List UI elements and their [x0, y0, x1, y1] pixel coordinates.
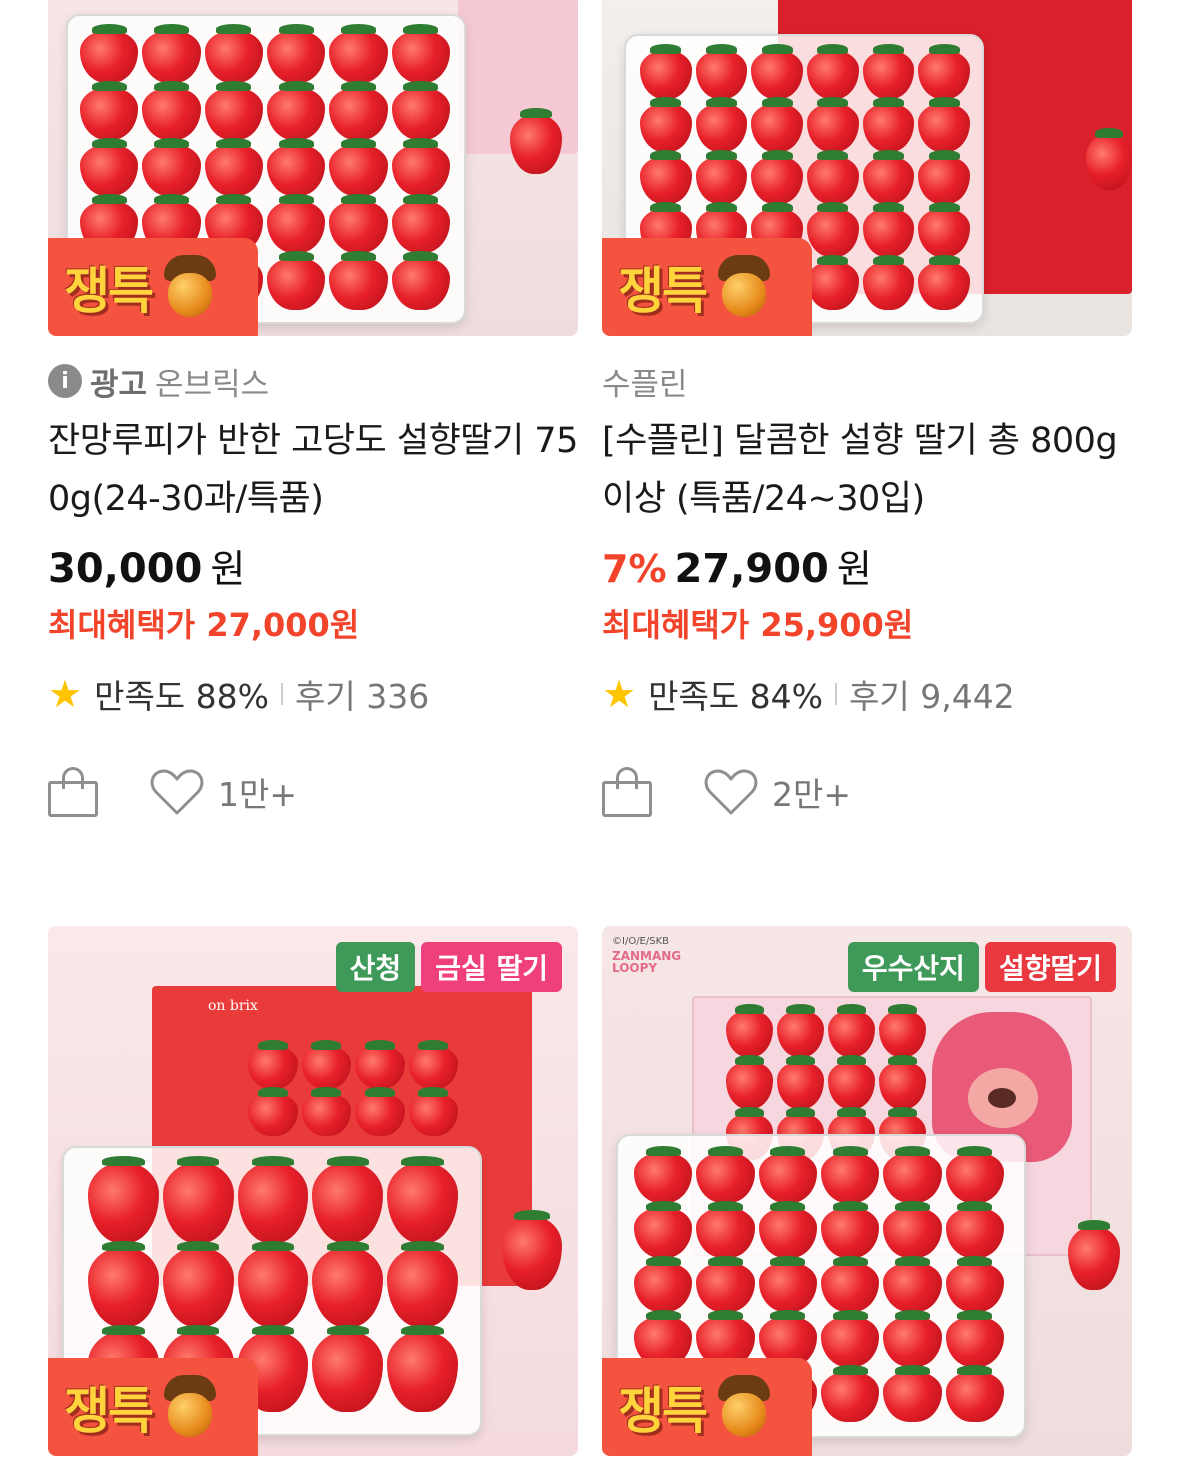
review-count[interactable]: 후기 336 [295, 670, 429, 718]
price: 27,900 [674, 546, 829, 592]
product-image[interactable]: 쟁특 [48, 0, 578, 336]
brand-mark: ZANMANG LOOPY [612, 949, 682, 975]
ad-label: 광고 [90, 366, 148, 403]
divider [281, 683, 283, 705]
variety-tag: 금실 딸기 [421, 942, 562, 992]
loose-strawberry [502, 1210, 562, 1290]
wish-button[interactable]: 2만+ [704, 768, 851, 816]
copyright-text: ©I/O/E/SKB [612, 936, 670, 947]
wish-button[interactable]: 1만+ [150, 768, 297, 816]
product-card[interactable]: ©I/O/E/SKB ZANMANG LOOPY 우수산지 설향딸기 쟁특 [602, 926, 1132, 1456]
acorn-icon [160, 1375, 220, 1439]
wish-count: 1만+ [218, 775, 298, 814]
heart-icon [704, 768, 758, 816]
info-icon[interactable]: i [48, 364, 82, 398]
divider [835, 683, 837, 705]
product-card[interactable]: 쟁특 수플린 [수플린] 달콤한 설향 딸기 총 800g 이상 (특품/24~… [602, 0, 1132, 822]
product-title[interactable]: 잔망루피가 반한 고당도 설향딸기 750g(24-30과/특품) [48, 412, 578, 528]
price: 30,000 [48, 546, 203, 592]
deal-badge: 쟁특 [48, 238, 258, 336]
deal-badge-text: 쟁특 [64, 262, 154, 320]
shopping-bag-icon[interactable] [602, 767, 652, 817]
deal-badge-text: 쟁특 [618, 262, 708, 320]
variety-tag: 설향딸기 [984, 942, 1116, 992]
star-icon: ★ [48, 672, 83, 716]
strawberry-grid [248, 1040, 458, 1136]
product-card[interactable]: 쟁특 i 광고 온브릭스 잔망루피가 반한 고당도 설향딸기 750g(24-3… [48, 0, 578, 822]
deal-badge: 쟁특 [602, 238, 812, 336]
acorn-icon [160, 255, 220, 319]
star-icon: ★ [602, 672, 637, 716]
loose-strawberry [1068, 1220, 1120, 1290]
product-image[interactable]: 쟁특 [602, 0, 1132, 336]
box-brand: on brix [208, 998, 258, 1014]
seller-name[interactable]: 온브릭스 [155, 359, 269, 404]
deal-badge-text: 쟁특 [64, 1382, 154, 1440]
max-benefit-price: 최대혜택가 25,900원 [602, 606, 914, 644]
product-image[interactable]: on brix 산청 금실 딸기 쟁특 [48, 926, 578, 1456]
wish-count: 2만+ [772, 775, 852, 814]
acorn-icon [714, 1375, 774, 1439]
shopping-bag-icon[interactable] [48, 767, 98, 817]
heart-icon [150, 768, 204, 816]
loose-strawberry [510, 108, 562, 174]
currency-unit: 원 [210, 547, 246, 591]
review-count[interactable]: 후기 9,442 [849, 670, 1015, 718]
deal-badge: 쟁특 [48, 1358, 258, 1456]
product-title[interactable]: [수플린] 달콤한 설향 딸기 총 800g 이상 (특품/24~30입) [602, 412, 1132, 528]
origin-tag: 산청 [335, 942, 416, 992]
acorn-icon [714, 255, 774, 319]
product-image[interactable]: ©I/O/E/SKB ZANMANG LOOPY 우수산지 설향딸기 쟁특 [602, 926, 1132, 1456]
currency-unit: 원 [836, 547, 872, 591]
seller-name[interactable]: 수플린 [602, 359, 688, 404]
satisfaction: 만족도 84% [648, 677, 823, 716]
deal-badge: 쟁특 [602, 1358, 812, 1456]
tag-group: 산청 금실 딸기 [335, 942, 562, 992]
product-card[interactable]: on brix 산청 금실 딸기 쟁특 [48, 926, 578, 1456]
tag-group: 우수산지 설향딸기 [847, 942, 1116, 992]
origin-tag: 우수산지 [847, 942, 979, 992]
deal-badge-text: 쟁특 [618, 1382, 708, 1440]
satisfaction: 만족도 88% [94, 677, 269, 716]
discount-rate: 7% [602, 547, 667, 591]
max-benefit-price: 최대혜택가 27,000원 [48, 606, 360, 644]
